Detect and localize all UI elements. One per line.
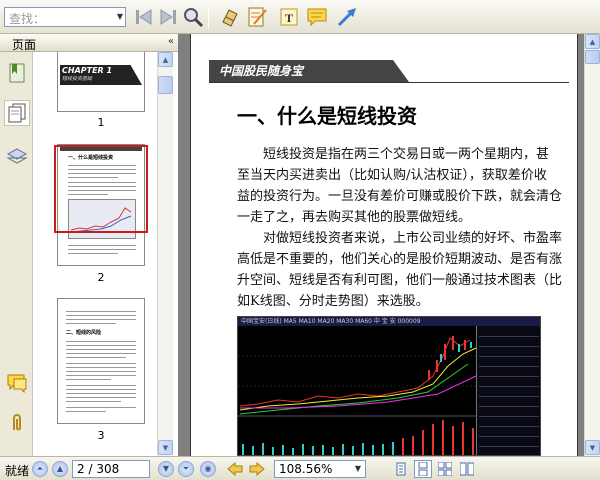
last-page-icon[interactable]	[156, 5, 180, 29]
previous-page-button[interactable]: ▲	[52, 461, 68, 477]
comments-icon[interactable]	[4, 370, 30, 396]
scroll-up-arrow[interactable]: ▲	[158, 52, 173, 67]
text-line: 高低是不重要的，他们关心的是股价短期波动、是否有涨	[237, 252, 563, 267]
comment-icon[interactable]	[305, 5, 329, 29]
running-head: 中国股民随身宝	[219, 64, 304, 78]
scroll-down-arrow[interactable]: ▼	[158, 440, 173, 455]
forward-arrow-icon[interactable]	[248, 461, 266, 477]
current-page: 2	[77, 462, 85, 476]
zoom-level: 108.56%	[279, 462, 333, 476]
thumbnail-label-2: 2	[97, 271, 105, 284]
go-to-page-button[interactable]: ◉	[200, 461, 216, 477]
current-view-highlight[interactable]	[54, 145, 148, 233]
page-separator: /	[88, 462, 93, 476]
arrow-icon[interactable]	[335, 5, 359, 29]
thumbnail-label-3: 3	[97, 429, 105, 442]
search-placeholder: 查找：	[9, 12, 46, 26]
text-line: 益的投资行为。一旦没有差价可赚或股价下跌，就会清仓	[237, 189, 563, 204]
navigation-rail	[0, 52, 33, 456]
first-page-icon[interactable]	[132, 5, 156, 29]
section-title: 一、什么是短线投资	[237, 104, 417, 128]
attachment-icon[interactable]	[4, 410, 30, 436]
svg-text:T: T	[285, 11, 293, 25]
first-page-button[interactable]: ⏶	[32, 461, 48, 477]
hand-icon[interactable]	[218, 5, 242, 29]
zoom-level-field[interactable]: 108.56% ▼	[274, 460, 366, 478]
document-view[interactable]: 中国股民随身宝 一、什么是短线投资 短线投资是指在两三个交易日或一两个星期内，甚…	[178, 34, 600, 456]
thumbnail-scrollbar[interactable]: ▲ ▼	[157, 52, 173, 456]
single-page-layout-icon[interactable]	[392, 460, 410, 478]
total-pages: 308	[96, 462, 120, 476]
thumb-chapter-text: CHAPTER 1	[62, 66, 113, 75]
pages-panel-title: 页面	[12, 38, 37, 52]
zoom-dropdown-icon[interactable]: ▼	[351, 461, 365, 477]
search-dropdown-icon[interactable]: ▼	[115, 8, 125, 26]
pages-panel-header: 页面 «	[0, 34, 178, 52]
pages-icon[interactable]	[4, 100, 30, 126]
kline-chart	[238, 336, 478, 455]
scroll-thumb[interactable]	[585, 50, 600, 64]
status-bar: 就绪 ⏶ ▲ 2 / 308 ▼ ⏷ ◉ 108.56% ▼	[0, 456, 600, 480]
text-line: 如K线图、分时走势图）来选股。	[237, 294, 429, 309]
toolbar: 查找： ▼ T	[0, 0, 600, 34]
text-line: 至当天内买进卖出（比如认购/认沽权证），获取差价收	[237, 168, 547, 183]
bookmark-icon[interactable]	[4, 60, 30, 86]
thumbnail-label-1: 1	[97, 116, 105, 129]
scroll-thumb[interactable]	[158, 76, 173, 94]
text-line: 短线投资是指在两三个交易日或一两个星期内，甚	[263, 147, 550, 162]
status-text: 就绪	[5, 464, 30, 478]
stock-chart-figure: 中国宝安(日线) MA5 MA10 MA20 MA30 MA60 中 宝 安 0…	[237, 316, 541, 456]
edit-note-icon[interactable]	[245, 5, 269, 29]
continuous-facing-layout-icon[interactable]	[458, 460, 476, 478]
scroll-up-arrow[interactable]: ▲	[585, 34, 600, 49]
header-rule	[209, 82, 569, 83]
last-page-button[interactable]: ⏷	[178, 461, 194, 477]
search-input[interactable]: 查找： ▼	[4, 7, 126, 27]
paragraph-2: 对做短线投资者来说，上市公司业绩的好坏、市盈率 高低是不重要的，他们关心的是股价…	[237, 228, 563, 312]
page-thumbnails: CHAPTER 1 短线投资基础 1 一、什么是短线投资 2 二、短线的风险 3…	[33, 52, 178, 456]
document-page: 中国股民随身宝 一、什么是短线投资 短线投资是指在两三个交易日或一两个星期内，甚…	[190, 34, 578, 456]
page-thumbnail-3[interactable]: 二、短线的风险	[57, 298, 145, 424]
thumb-heading: 二、短线的风险	[66, 330, 102, 336]
text-line: 对做短线投资者来说，上市公司业绩的好坏、市盈率	[263, 231, 563, 246]
quote-panel	[476, 326, 540, 455]
chart-header: 中国宝安(日线) MA5 MA10 MA20 MA30 MA60 中 宝 安 0…	[238, 317, 540, 326]
facing-layout-icon[interactable]	[436, 460, 454, 478]
next-page-button[interactable]: ▼	[158, 461, 174, 477]
page-thumbnail-1[interactable]: CHAPTER 1 短线投资基础	[57, 52, 145, 112]
page-number-field[interactable]: 2 / 308	[72, 460, 150, 478]
document-scrollbar[interactable]: ▲ ▼	[584, 34, 600, 456]
scroll-down-arrow[interactable]: ▼	[585, 440, 600, 455]
paragraph-1: 短线投资是指在两三个交易日或一两个星期内，甚 至当天内买进卖出（比如认购/认沽权…	[237, 144, 563, 228]
text-line: 一走了之，再去购买其他的股票做短线。	[237, 210, 472, 225]
collapse-panel-button[interactable]: «	[168, 36, 174, 47]
text-line: 升空间、短线是否有利可图，他们一般通过技术图表（比	[237, 273, 563, 288]
back-arrow-icon[interactable]	[226, 461, 244, 477]
find-icon[interactable]	[181, 5, 205, 29]
layers-icon[interactable]	[4, 144, 30, 170]
continuous-layout-icon[interactable]	[414, 460, 432, 478]
text-box-icon[interactable]: T	[277, 5, 301, 29]
thumb-chapter-subtitle: 短线投资基础	[62, 76, 93, 82]
